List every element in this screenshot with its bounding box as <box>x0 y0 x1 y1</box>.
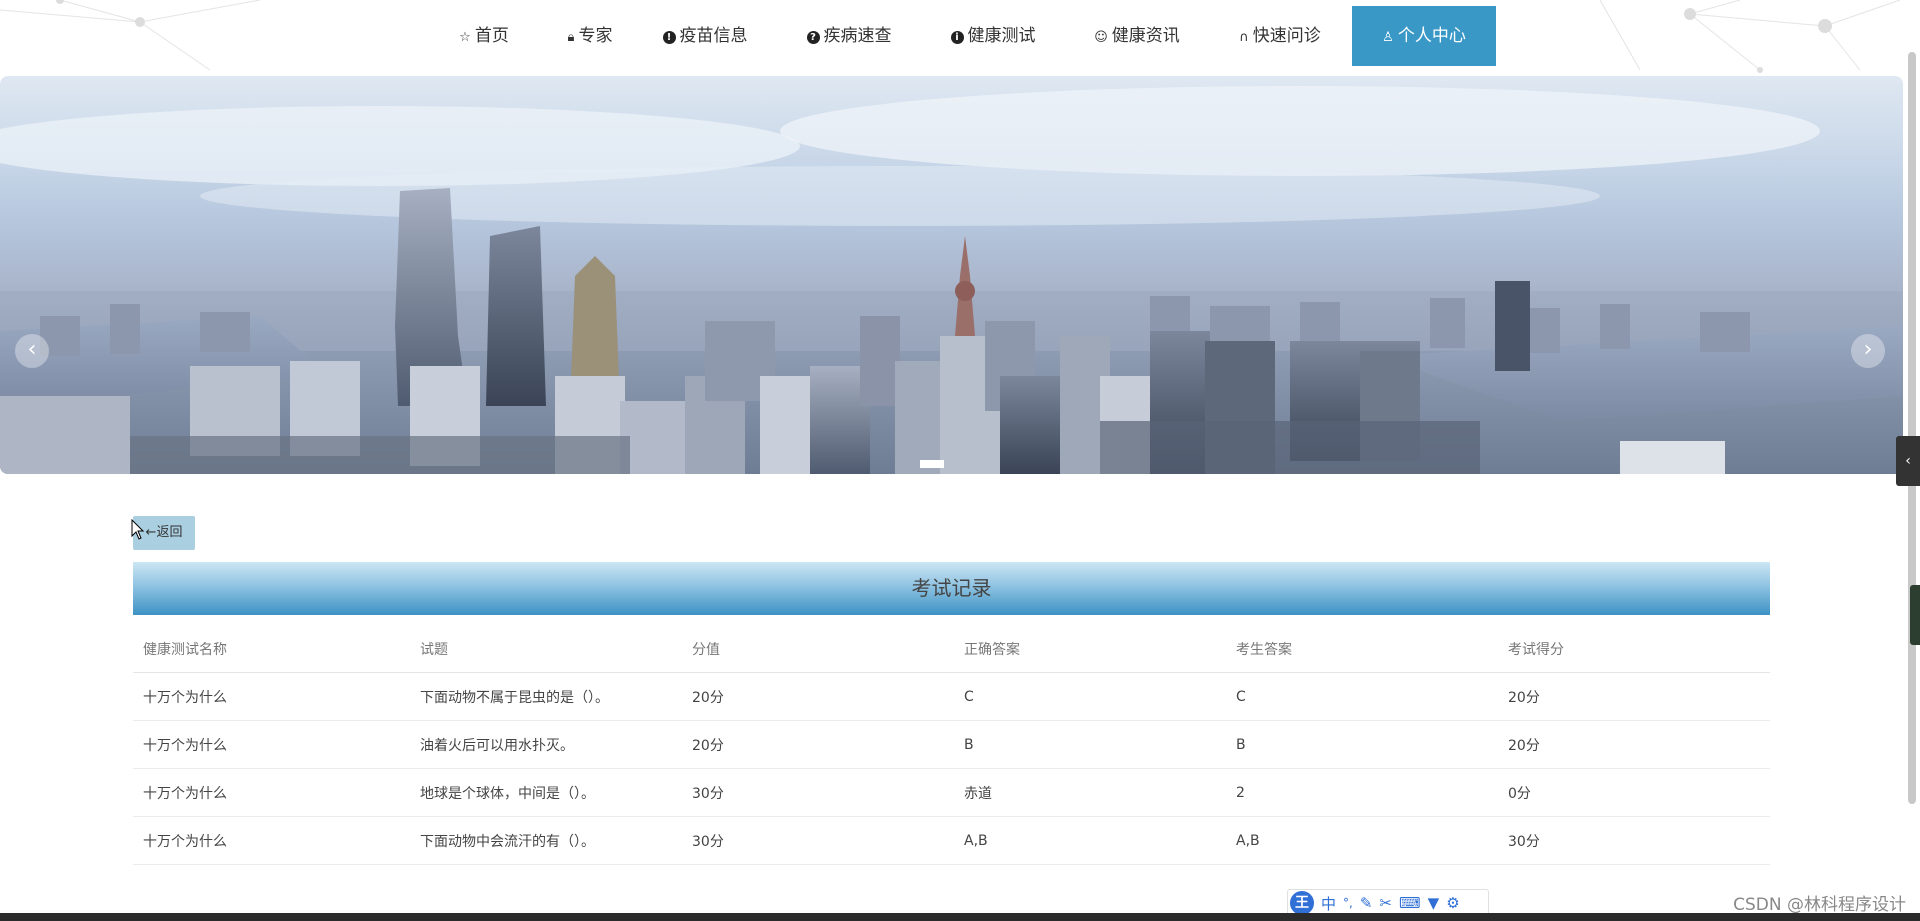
scissors-icon[interactable]: ✂ <box>1379 894 1392 912</box>
column-header: 健康测试名称 <box>133 626 410 673</box>
side-widget-handle[interactable] <box>1910 585 1920 645</box>
carousel-prev-button[interactable]: ‹ <box>15 334 49 368</box>
page-scrollbar[interactable] <box>1908 52 1916 804</box>
carousel-next-button[interactable]: › <box>1851 334 1885 368</box>
table-cell: 30分 <box>1498 816 1770 865</box>
table-cell: 十万个为什么 <box>133 672 410 721</box>
nav-item-home[interactable]: ☆ 首页 <box>428 6 540 66</box>
table-cell: 赤道 <box>954 768 1226 817</box>
side-panel-toggle[interactable]: ‹ <box>1896 436 1920 486</box>
carousel-indicator[interactable] <box>920 460 944 468</box>
table-cell: 0分 <box>1498 768 1770 817</box>
table-cell: C <box>954 672 1226 721</box>
ime-punctuation-toggle[interactable]: °, <box>1343 896 1353 910</box>
table-cell: 20分 <box>1498 672 1770 721</box>
smile-icon: ☺ <box>1094 30 1108 45</box>
nav-item-user-center[interactable]: ♙ 个人中心 <box>1352 6 1496 66</box>
column-header: 正确答案 <box>954 626 1226 673</box>
table-cell: 十万个为什么 <box>133 720 410 769</box>
question-icon: ? <box>806 31 820 44</box>
column-header: 试题 <box>410 626 682 673</box>
city-skyline-image <box>0 86 1903 474</box>
column-header: 考试得分 <box>1498 626 1770 673</box>
nav-item-label: 疫苗信息 <box>679 26 748 46</box>
exam-records-title: 考试记录 <box>133 562 1770 615</box>
info-icon: ! <box>662 31 676 44</box>
table-row: 十万个为什么 地球是个球体，中间是（）。 30分 赤道 2 0分 <box>133 768 1770 817</box>
star-icon: ☆ <box>459 30 471 45</box>
table-header-row: 健康测试名称 试题 分值 正确答案 考生答案 考试得分 <box>133 626 1770 673</box>
nav-item-health-news[interactable]: ☺ 健康资讯 <box>1072 6 1202 66</box>
nav-item-disease-lookup[interactable]: ? 疾病速查 <box>784 6 914 66</box>
table-cell: 十万个为什么 <box>133 816 410 865</box>
main-nav: ☆ 首页 🔒︎ 专家 ! 疫苗信息 ? 疾病速查 i 健康测试 ☺ 健康资讯 ∩ 快速问诊 ♙… <box>0 6 1920 66</box>
column-header: 分值 <box>682 626 954 673</box>
keyboard-icon[interactable]: ⌨ <box>1399 894 1421 912</box>
table-cell: A,B <box>954 816 1226 865</box>
nav-item-label: 快速问诊 <box>1252 26 1321 46</box>
table-cell: 十万个为什么 <box>133 768 410 817</box>
watermark: CSDN @林科程序设计 <box>1733 895 1906 915</box>
table-cell: 下面动物不属于昆虫的是（）。 <box>410 672 682 721</box>
gear-icon[interactable]: ⚙ <box>1446 894 1459 912</box>
table-cell: 地球是个球体，中间是（）。 <box>410 768 682 817</box>
table-cell: 下面动物中会流汗的有（）。 <box>410 816 682 865</box>
chevron-left-icon: ‹ <box>27 337 37 362</box>
info-icon: i <box>950 31 964 44</box>
table-cell: 2 <box>1226 768 1498 817</box>
pen-icon[interactable]: ✎ <box>1360 894 1373 912</box>
table-row: 十万个为什么 下面动物不属于昆虫的是（）。 20分 C C 20分 <box>133 672 1770 721</box>
table-cell: B <box>954 720 1226 769</box>
chevron-right-icon: › <box>1863 337 1873 362</box>
table-cell: 20分 <box>1498 720 1770 769</box>
nav-item-vaccine-info[interactable]: ! 疫苗信息 <box>640 6 770 66</box>
table-cell: C <box>1226 672 1498 721</box>
table-row: 十万个为什么 油着火后可以用水扑灭。 20分 B B 20分 <box>133 720 1770 769</box>
table-cell: 30分 <box>682 816 954 865</box>
lock-icon: 🔒︎ <box>567 30 575 45</box>
table-cell: 30分 <box>682 768 954 817</box>
table-cell: A,B <box>1226 816 1498 865</box>
hero-carousel: ‹ › <box>0 76 1903 474</box>
user-icon: ♙ <box>1382 30 1394 45</box>
ime-mode-toggle[interactable]: 中 <box>1321 893 1336 914</box>
nav-item-label: 个人中心 <box>1397 26 1466 46</box>
nav-item-label: 健康资讯 <box>1111 26 1180 46</box>
table-cell: 20分 <box>682 672 954 721</box>
ime-logo-icon[interactable]: 王 <box>1290 891 1314 915</box>
headset-icon: ∩ <box>1239 30 1249 45</box>
table-cell: B <box>1226 720 1498 769</box>
chevron-left-icon: ‹ <box>1905 453 1911 469</box>
table-cell: 油着火后可以用水扑灭。 <box>410 720 682 769</box>
column-header: 考生答案 <box>1226 626 1498 673</box>
table-cell: 20分 <box>682 720 954 769</box>
nav-item-label: 专家 <box>578 26 613 46</box>
nav-item-experts[interactable]: 🔒︎ 专家 <box>540 6 640 66</box>
mouse-cursor-icon <box>131 519 145 540</box>
skin-icon[interactable]: ▼ <box>1428 894 1440 912</box>
taskbar-edge <box>0 913 1920 921</box>
nav-item-health-test[interactable]: i 健康测试 <box>928 6 1058 66</box>
table-row: 十万个为什么 下面动物中会流汗的有（）。 30分 A,B A,B 30分 <box>133 816 1770 865</box>
exam-records-table: 健康测试名称 试题 分值 正确答案 考生答案 考试得分 十万个为什么 下面动物不… <box>133 626 1770 865</box>
nav-item-label: 首页 <box>474 26 509 46</box>
nav-item-label: 疾病速查 <box>823 26 892 46</box>
nav-item-quick-consult[interactable]: ∩ 快速问诊 <box>1214 6 1346 66</box>
nav-item-label: 健康测试 <box>967 26 1036 46</box>
